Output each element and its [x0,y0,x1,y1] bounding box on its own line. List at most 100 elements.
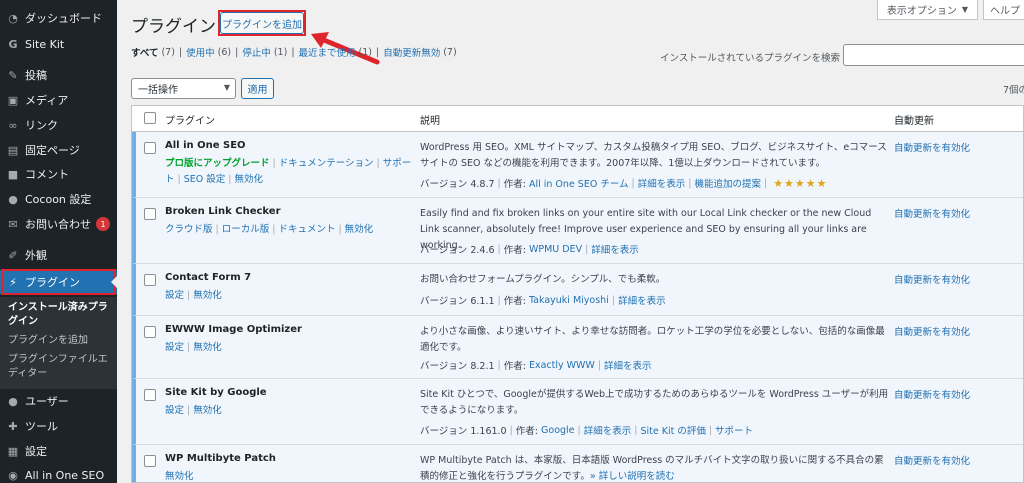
plugin-name: Site Kit by Google [165,387,267,398]
docs-link[interactable]: ドキュメント [278,224,335,235]
enable-auto-update-link[interactable]: 自動更新を有効化 [894,324,970,338]
bulk-action-select[interactable]: 一括操作 ▼ [131,78,236,99]
deactivate-link[interactable]: 無効化 [193,342,222,353]
screen-options-label: 表示オプション [886,5,957,17]
local-version-link[interactable]: ローカル版 [222,224,270,235]
enable-auto-update-link[interactable]: 自動更新を有効化 [894,453,970,467]
filter-active[interactable]: 使用中 (6) [186,45,231,60]
plugin-icon: ⚡ [9,275,17,289]
details-link[interactable]: 詳細を表示 [591,242,639,256]
sidebar-item-cocoon[interactable]: ● Cocoon 設定 [0,187,117,211]
details-link[interactable]: 詳細を表示 [618,293,666,307]
author-link[interactable]: Google [541,425,575,436]
plugin-search-input[interactable] [843,44,1024,66]
filter-all[interactable]: すべて (7) [131,45,175,60]
sidebar-item-links[interactable]: ∞ リンク [0,113,117,137]
sidebar-item-label: リンク [25,119,58,132]
author-link[interactable]: Takayuki Miyoshi [529,295,609,306]
submenu-installed-plugins[interactable]: インストール済みプラグイン [8,301,113,329]
cloud-version-link[interactable]: クラウド版 [165,224,213,235]
feature-request-link[interactable]: 機能追加の提案 [694,176,761,190]
sidebar-item-label: 固定ページ [25,144,80,157]
settings-link[interactable]: 設定 [165,342,184,353]
pin-icon: ✎ [8,68,18,82]
upgrade-link[interactable]: プロ版にアップグレード [165,158,270,169]
sidebar-item-tools[interactable]: ✚ ツール [0,414,117,438]
row-checkbox[interactable] [144,142,156,154]
enable-auto-update-link[interactable]: 自動更新を有効化 [894,387,970,401]
select-all-checkbox[interactable] [144,112,156,124]
row-checkbox[interactable] [144,326,156,338]
plugins-submenu: インストール済みプラグイン プラグインを追加 プラグインファイルエディター [0,297,117,389]
filter-inactive[interactable]: 停止中 (1) [242,45,287,60]
sidebar-item-posts[interactable]: ✎ 投稿 [0,63,117,87]
enable-auto-update-link[interactable]: 自動更新を有効化 [894,272,970,286]
separator: | [376,46,380,58]
main-content: プラグイン プラグインを追加 表示オプション ▼ ヘルプ すべて (7) | 使… [117,0,1024,483]
table-row: Broken Link Checker クラウド版 | ローカル版 | ドキュメント | 無… [132,198,1023,264]
sidebar-item-appearance[interactable]: ✐ 外観 [0,243,117,267]
media-icon: ▣ [7,93,19,107]
rate-site-kit-link[interactable]: Site Kit の評価 [640,423,705,437]
enable-auto-update-link[interactable]: 自動更新を有効化 [894,206,970,220]
column-auto-update: 自動更新 [894,116,934,127]
enable-auto-update-link[interactable]: 自動更新を有効化 [894,140,970,154]
docs-link[interactable]: ドキュメンテーション [279,158,374,169]
page-title: プラグイン [131,17,216,37]
submenu-add-plugin[interactable]: プラグインを追加 [8,334,113,348]
sidebar-item-settings[interactable]: ▦ 設定 [0,439,117,463]
sidebar-item-aioseo[interactable]: ◉ All in One SEO [0,463,117,483]
sidebar-item-users[interactable]: ● ユーザー [0,389,117,413]
plugin-status-filters: すべて (7) | 使用中 (6) | 停止中 (1) | 最近まで使用 (1)… [131,45,457,60]
sidebar-item-media[interactable]: ▣ メディア [0,88,117,112]
apply-button[interactable]: 適用 [241,78,274,99]
details-link[interactable]: 詳細を表示 [584,423,632,437]
sidebar-item-site-kit[interactable]: G Site Kit [0,32,117,56]
plugin-meta: バージョン 6.1.1 | 作者: Takayuki Miyoshi | 詳細を表示 [420,293,666,308]
deactivate-link[interactable]: 無効化 [165,471,194,482]
author-link[interactable]: WPMU DEV [529,244,582,255]
row-checkbox[interactable] [144,274,156,286]
submenu-plugin-file-editor[interactable]: プラグインファイルエディター [8,353,113,381]
plugin-meta: バージョン 4.8.7 | 作者: All in One SEO チーム | 詳細を表示… [420,176,828,191]
settings-link[interactable]: 設定 [165,405,184,416]
chevron-down-icon: ▼ [223,83,230,92]
row-checkbox[interactable] [144,389,156,401]
screen-options-tab[interactable]: 表示オプション ▼ [877,0,978,20]
filter-count: (7) [161,46,175,58]
author-link[interactable]: All in One SEO チーム [529,176,629,190]
row-checkbox[interactable] [144,208,156,220]
plugin-version: バージョン 1.161.0 [420,426,507,437]
caret-down-icon: ▼ [961,4,969,14]
wrench-icon: ✚ [8,419,18,433]
link-icon: ∞ [8,118,18,132]
filter-auto-update-disabled[interactable]: 自動更新無効 (7) [383,45,456,60]
filter-recently-active[interactable]: 最近まで使用 (1) [299,45,372,60]
separator: | [178,46,183,58]
help-label: ヘルプ [990,5,1020,17]
add-plugin-button[interactable]: プラグインを追加 [220,12,304,34]
column-plugin: プラグイン [165,116,215,127]
row-checkbox[interactable] [144,455,156,467]
help-tab[interactable]: ヘルプ [983,0,1024,20]
deactivate-link[interactable]: 無効化 [345,224,374,235]
rating-stars-icon[interactable]: ★★★★★ [773,177,827,190]
sidebar-item-plugins[interactable]: ⚡ プラグイン [0,270,117,294]
read-more-link[interactable]: » 詳しい説明を読む [590,471,675,482]
sidebar-item-contact[interactable]: ✉ お問い合わせ 1 [0,212,117,236]
settings-link[interactable]: 設定 [165,290,184,301]
sidebar-item-comments[interactable]: ■ コメント [0,162,117,186]
support-link[interactable]: サポート [715,423,753,437]
deactivate-link[interactable]: 無効化 [193,290,222,301]
deactivate-link[interactable]: 無効化 [193,405,222,416]
sidebar-item-pages[interactable]: ▤ 固定ページ [0,138,117,162]
filter-label: 自動更新無効 [383,48,441,59]
seo-settings-link[interactable]: SEO 設定 [184,174,226,185]
deactivate-link[interactable]: 無効化 [234,174,263,185]
plugin-actions: 設定 | 無効化 [165,405,222,416]
sidebar-item-dashboard[interactable]: ◔ ダッシュボード [0,6,117,30]
author-link[interactable]: Exactly WWW [529,360,595,371]
details-link[interactable]: 詳細を表示 [638,176,686,190]
details-link[interactable]: 詳細を表示 [604,358,652,372]
separator: | [291,46,295,58]
